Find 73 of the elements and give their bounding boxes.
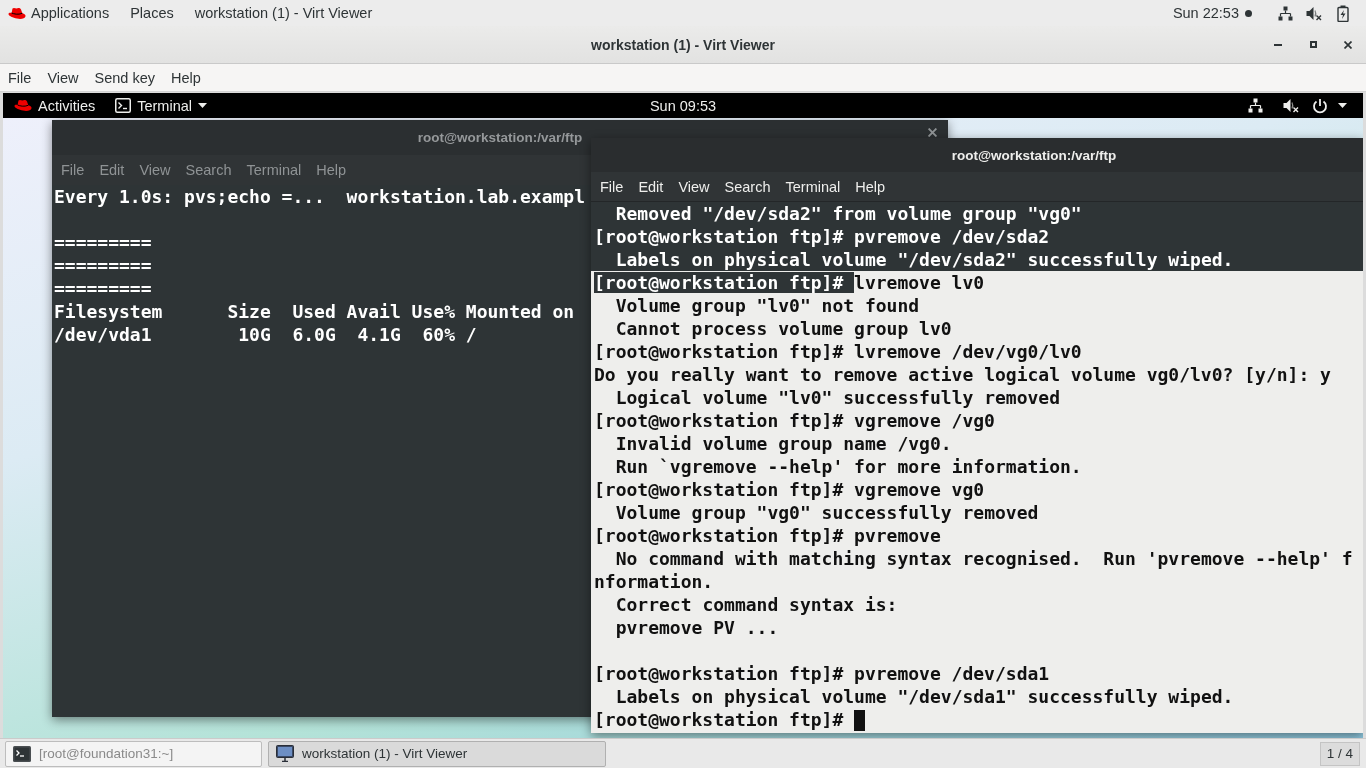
terminal-command: pvremove /dev/sda1 (854, 663, 1050, 684)
menu-item[interactable]: Search (724, 178, 771, 195)
terminal-icon (115, 98, 132, 113)
terminal-prompt: [root@workstation ftp]# (594, 272, 855, 293)
maximize-icon (1309, 41, 1317, 48)
menu-item[interactable]: File (61, 162, 85, 178)
close-icon (928, 128, 937, 137)
speaker-muted-icon[interactable] (1283, 98, 1299, 113)
window-title: root@workstation:/var/ftp (951, 147, 1117, 163)
terminal-command: vgremove vg0 (854, 479, 985, 500)
terminal-line: Labels on physical volume "/dev/sda2" successfully wiped. (615, 249, 1234, 270)
window-title: workstation (1) - Virt Viewer (591, 36, 775, 53)
terminal-line: Filesystem Size Used Avail Use% Mounted on (54, 301, 575, 322)
terminal-line: No command with matching syntax recognised. Run 'pvremove --help' f (615, 548, 1353, 569)
terminal-command: lvremove /dev/vg0/lv0 (854, 341, 1082, 362)
terminal-command: vgremove /vg0 (854, 410, 995, 431)
clock[interactable]: Sun 09:53 (649, 97, 717, 114)
terminal-icon (13, 745, 31, 762)
caret-icon (198, 103, 207, 108)
close-icon (1344, 40, 1352, 49)
terminal-line: Removed "/dev/sda2" from volume group "vg0" (615, 203, 1082, 224)
menu-item[interactable]: Send key (94, 69, 155, 86)
terminal-line: Every 1.0s: pvs;echo =... workstation.lab.exampl (54, 186, 585, 207)
dot-icon (1245, 9, 1252, 17)
terminal-line: nformation. (594, 571, 714, 592)
menu-item[interactable]: Help (855, 178, 886, 195)
terminal-line: /dev/vda1 10G 6.0G 4.1G 60% / (54, 324, 477, 345)
terminal-line: Volume group "vg0" successfully removed (615, 502, 1039, 523)
network-icon[interactable] (1248, 98, 1263, 113)
terminal-line: Do you really want to remove active logical volume vg0/lv0? [y/n]: y (594, 364, 1331, 385)
terminal-command: pvremove /dev/sda2 (854, 226, 1050, 247)
terminal-line: Correct command syntax is: (615, 594, 898, 615)
hat-icon[interactable] (8, 6, 26, 20)
menu-item[interactable]: Terminal (246, 162, 302, 178)
speaker-muted-icon[interactable] (1306, 5, 1322, 21)
terminal-command: pvremove (854, 525, 941, 546)
menu-item[interactable]: Edit (638, 178, 664, 195)
menu-item[interactable]: View (139, 162, 171, 178)
activities-button[interactable]: Activities (38, 97, 96, 114)
taskbar-item[interactable]: workstation (1) - Virt Viewer (268, 740, 606, 767)
app-menu[interactable]: workstation (1) - Virt Viewer (194, 5, 373, 21)
menu-item[interactable]: View (678, 178, 710, 195)
minimize-icon (1274, 43, 1282, 46)
workspace-indicator[interactable]: 1 / 4 (1319, 741, 1360, 766)
menu-item[interactable]: Terminal (785, 178, 841, 195)
app-menu[interactable]: Terminal (115, 97, 207, 114)
menu-item[interactable]: Search (185, 162, 232, 178)
terminal-line: pvremove PV ... (615, 617, 779, 638)
terminal-line: Labels on physical volume "/dev/sda1" successfully wiped. (615, 686, 1234, 707)
window-title: root@workstation:/var/ftp (417, 130, 583, 145)
menu-item[interactable]: Help (171, 69, 201, 86)
terminal-line: Invalid volume group name /vg0. (615, 433, 952, 454)
menu-item[interactable]: File (8, 69, 32, 86)
terminal-line: ========= (54, 255, 152, 276)
monitor-icon (276, 745, 294, 762)
menu-item[interactable]: View (47, 69, 79, 86)
power-icon[interactable] (1312, 97, 1328, 114)
network-icon[interactable] (1278, 5, 1293, 21)
top-bar-menu[interactable]: Places (130, 5, 174, 21)
menu-item[interactable]: Edit (99, 162, 125, 178)
menu-item[interactable]: File (600, 178, 624, 195)
terminal-line: ========= (54, 232, 152, 253)
terminal-line: Volume group "lv0" not found (615, 295, 920, 316)
top-bar-menu[interactable]: Applications (31, 5, 110, 21)
terminal-line: Cannot process volume group lv0 (615, 318, 952, 339)
menu-item[interactable]: Help (316, 162, 347, 178)
caret-icon[interactable] (1338, 103, 1347, 108)
clock[interactable]: Sun 22:53 (1172, 5, 1239, 21)
terminal-line: ========= (54, 278, 152, 299)
terminal-line: Run `vgremove --help' for more information. (615, 456, 1082, 477)
terminal-command: lvremove lv0 (854, 272, 985, 293)
terminal-line: Logical volume "lv0" successfully removed (615, 387, 1060, 408)
battery-icon[interactable] (1337, 4, 1349, 22)
